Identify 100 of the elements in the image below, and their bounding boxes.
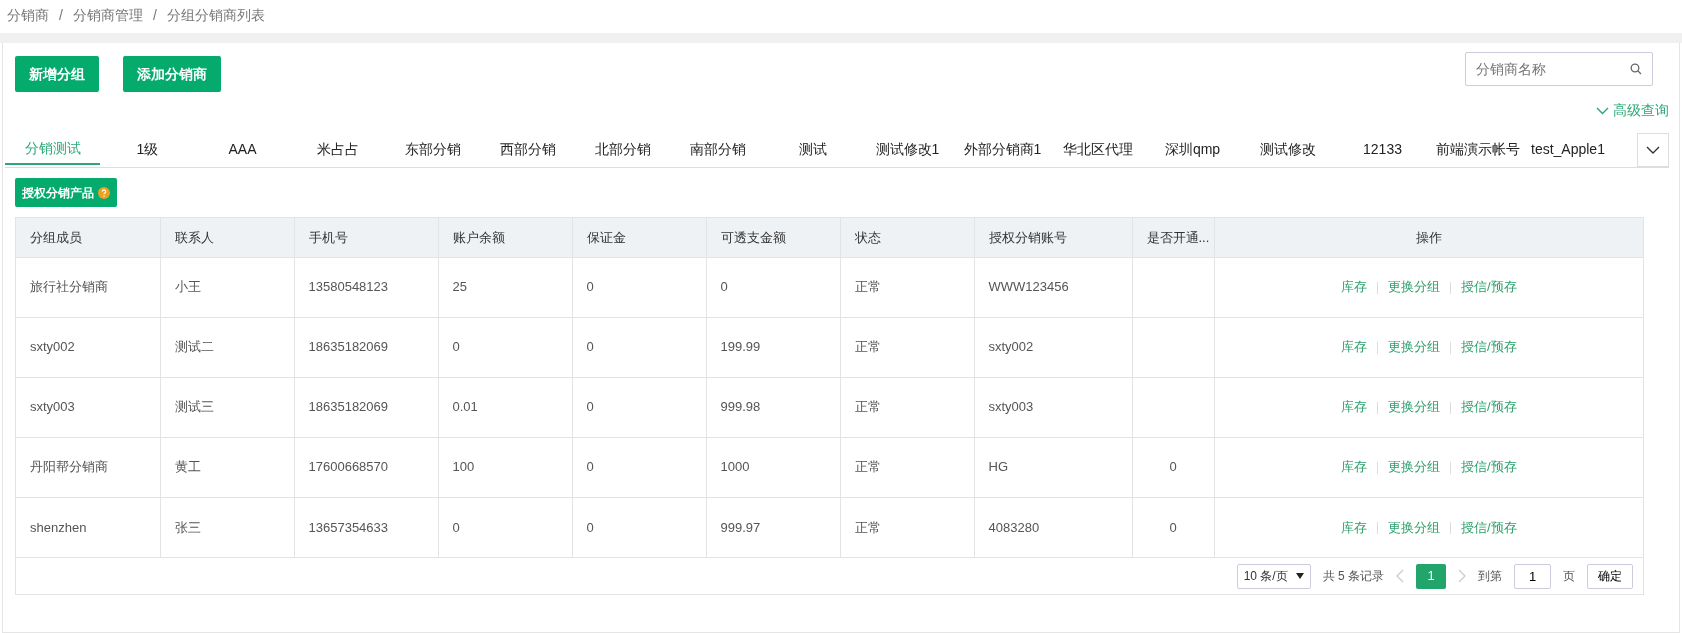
table-cell: 0 [572, 257, 706, 317]
action-link[interactable]: 库存 [1340, 339, 1367, 355]
table-cell: 黄工 [160, 437, 294, 497]
action-link[interactable]: 库存 [1340, 519, 1367, 535]
tab[interactable]: 1级 [100, 133, 195, 165]
table-cell: 0 [1132, 437, 1214, 497]
advanced-query-link[interactable]: 高级查询 [1596, 100, 1669, 121]
next-page-icon[interactable] [1458, 569, 1466, 583]
table-cell: 999.97 [706, 497, 840, 557]
column-header: 可透支金额 [706, 218, 840, 257]
column-header: 保证金 [572, 218, 706, 257]
column-header: 授权分销账号 [974, 218, 1132, 257]
table-cell: 1000 [706, 437, 840, 497]
table-cell: 13580548123 [294, 257, 438, 317]
breadcrumb-separator: / [59, 6, 63, 25]
table-cell: sxty003 [16, 377, 160, 437]
tab[interactable]: 测试修改 [1240, 133, 1335, 165]
table-cell: sxty002 [974, 317, 1132, 377]
toolbar-button[interactable]: 添加分销商 [123, 56, 221, 92]
table-cell: 正常 [840, 257, 974, 317]
table-cell: HG [974, 437, 1132, 497]
table-cell: 0 [438, 497, 572, 557]
breadcrumb-link[interactable]: 分组分销商列表 [166, 5, 265, 28]
table-cell: 25 [438, 257, 572, 317]
action-link[interactable]: 授信/预存 [1460, 459, 1517, 475]
column-header: 账户余额 [438, 218, 572, 257]
tab[interactable]: 南部分销 [670, 133, 765, 165]
page-button[interactable]: 1 [1416, 563, 1446, 589]
table-cell: 正常 [840, 497, 974, 557]
table-cell: 0 [706, 257, 840, 317]
breadcrumb-separator: / [152, 6, 157, 25]
table-cell: 测试二 [160, 317, 294, 377]
action-link[interactable]: 库存 [1340, 399, 1367, 415]
help-icon [98, 186, 110, 199]
table-cell: 4083280 [974, 497, 1132, 557]
tab[interactable]: AAA [195, 133, 290, 165]
tab[interactable]: 米占占 [290, 133, 385, 165]
action-link[interactable]: 更换分组 [1387, 519, 1440, 535]
table-cell: 张三 [160, 497, 294, 557]
confirm-button[interactable]: 确定 [1587, 563, 1633, 589]
tab[interactable]: 北部分销 [575, 133, 670, 165]
table-cell: 正常 [840, 437, 974, 497]
table-cell: 0.01 [438, 377, 572, 437]
action-link[interactable]: 更换分组 [1387, 399, 1440, 415]
column-header: 分组成员 [16, 218, 160, 257]
action-link[interactable]: 更换分组 [1387, 339, 1440, 355]
table-cell: 999.98 [706, 377, 840, 437]
table-cell: WWW123456 [974, 257, 1132, 317]
breadcrumb-link[interactable]: 分销商管理 [72, 5, 143, 28]
toolbar-button[interactable]: 新增分组 [15, 56, 99, 92]
table-cell: 13657354633 [294, 497, 438, 557]
chevron-down-icon [1596, 106, 1609, 115]
tab[interactable]: 12133 [1335, 133, 1430, 165]
table-cell: sxty002 [16, 317, 160, 377]
action-link[interactable]: 授信/预存 [1460, 339, 1517, 355]
breadcrumb-link[interactable]: 分销商 [7, 5, 49, 28]
column-header: 操作 [1214, 218, 1643, 257]
tab[interactable]: 分销测试 [5, 133, 100, 165]
tab[interactable]: 西部分销 [480, 133, 575, 165]
table-cell: 测试三 [160, 377, 294, 437]
table-cell: 0 [572, 497, 706, 557]
table-cell: 18635182069 [294, 377, 438, 437]
table-cell: 18635182069 [294, 317, 438, 377]
column-header: 手机号 [294, 218, 438, 257]
table-cell: sxty003 [974, 377, 1132, 437]
table-cell: 小王 [160, 257, 294, 317]
page-suffix: 页 [1563, 568, 1575, 585]
search-field[interactable]: 分销商名称 [1465, 52, 1653, 86]
tab[interactable]: 测试修改1 [860, 133, 955, 165]
tab[interactable]: test_Apple1 [1525, 133, 1611, 165]
goto-label: 到第 [1478, 568, 1502, 585]
tab[interactable]: 华北区代理 [1050, 133, 1145, 165]
action-link[interactable]: 授信/预存 [1460, 519, 1517, 535]
tab[interactable]: 外部分销商1 [955, 133, 1050, 165]
page-number-field[interactable]: 1 [1514, 563, 1551, 589]
table-cell: 0 [1132, 497, 1214, 557]
action-link[interactable]: 库存 [1340, 279, 1367, 295]
tab[interactable]: 测试 [765, 133, 860, 165]
action-link[interactable]: 库存 [1340, 459, 1367, 475]
tab[interactable]: 深圳qmp [1145, 133, 1240, 165]
action-link[interactable]: 更换分组 [1387, 279, 1440, 295]
table-cell: 正常 [840, 317, 974, 377]
authorize-products-button[interactable]: 授权分销产品 [15, 178, 117, 207]
column-header: 联系人 [160, 218, 294, 257]
total-records: 共 5 条记录 [1322, 568, 1384, 585]
tab[interactable]: 前端演示帐号 [1430, 133, 1525, 165]
table-cell: 0 [572, 377, 706, 437]
tab-overflow-button[interactable] [1637, 133, 1669, 167]
previous-page-icon[interactable] [1396, 569, 1404, 583]
table-cell: 0 [438, 317, 572, 377]
action-link[interactable]: 授信/预存 [1460, 279, 1517, 295]
page-size-select[interactable]: 10 条/页 [1236, 563, 1311, 589]
action-link[interactable]: 更换分组 [1387, 459, 1440, 475]
action-link[interactable]: 授信/预存 [1460, 399, 1517, 415]
search-icon[interactable] [1630, 63, 1642, 75]
table-cell: shenzhen [16, 497, 160, 557]
table-cell: 0 [572, 317, 706, 377]
column-header: 状态 [840, 218, 974, 257]
tab[interactable]: 东部分销 [385, 133, 480, 165]
column-header: 是否开通... [1132, 218, 1214, 257]
